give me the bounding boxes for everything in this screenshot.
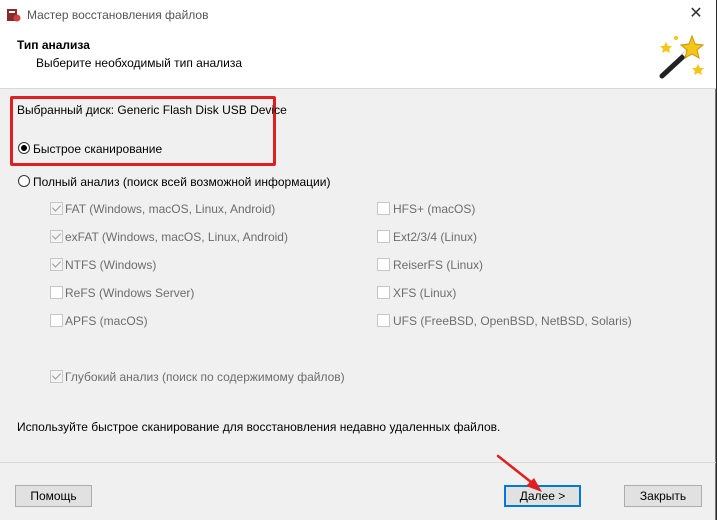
apfs-label: APFS (macOS) xyxy=(65,314,148,328)
fat-checkbox[interactable] xyxy=(50,202,63,215)
close-icon: ✕ xyxy=(689,5,703,22)
deep-analysis-checkbox[interactable] xyxy=(50,370,63,383)
quick-scan-radio[interactable] xyxy=(18,142,30,154)
recovery-wizard-dialog: Мастер восстановления файлов ✕ Тип анали… xyxy=(0,0,716,520)
reiserfs-checkbox[interactable] xyxy=(377,258,390,271)
fat-label: FAT (Windows, macOS, Linux, Android) xyxy=(65,202,276,216)
page-title: Тип анализа xyxy=(17,38,90,52)
hfsplus-checkbox[interactable] xyxy=(377,202,390,215)
ntfs-checkbox[interactable] xyxy=(50,258,63,271)
red-arrow-annotation xyxy=(496,454,542,492)
refs-checkbox[interactable] xyxy=(50,286,63,299)
xfs-label: XFS (Linux) xyxy=(393,286,457,300)
ext-checkbox[interactable] xyxy=(377,230,390,243)
exfat-checkbox[interactable] xyxy=(50,230,63,243)
xfs-checkbox[interactable] xyxy=(377,286,390,299)
footer-divider xyxy=(0,462,716,463)
help-button[interactable]: Помощь xyxy=(15,485,92,507)
app-icon xyxy=(7,9,21,22)
close-window-button[interactable]: ✕ xyxy=(686,4,706,24)
hfsplus-label: HFS+ (macOS) xyxy=(393,202,476,216)
ufs-checkbox[interactable] xyxy=(377,314,390,327)
hint-text: Используйте быстрое сканирование для вос… xyxy=(17,420,501,434)
ufs-label: UFS (FreeBSD, OpenBSD, NetBSD, Solaris) xyxy=(393,314,632,328)
selected-disk-label: Выбранный диск: Generic Flash Disk USB D… xyxy=(17,103,287,117)
magic-wand-icon xyxy=(659,34,705,79)
close-button[interactable]: Закрыть xyxy=(624,485,702,507)
window-title: Мастер восстановления файлов xyxy=(27,8,209,22)
refs-label: ReFS (Windows Server) xyxy=(65,286,195,300)
wizard-header: Тип анализа Выберите необходимый тип ана… xyxy=(0,29,716,89)
title-bar: Мастер восстановления файлов ✕ xyxy=(0,0,716,29)
full-analysis-label[interactable]: Полный анализ (поиск всей возможной инфо… xyxy=(33,175,330,189)
exfat-label: exFAT (Windows, macOS, Linux, Android) xyxy=(65,230,288,244)
page-subtitle: Выберите необходимый тип анализа xyxy=(36,56,243,70)
apfs-checkbox[interactable] xyxy=(50,314,63,327)
deep-analysis-label: Глубокий анализ (поиск по содержимому фа… xyxy=(65,370,345,384)
quick-scan-label[interactable]: Быстрое сканирование xyxy=(33,142,162,156)
reiserfs-label: ReiserFS (Linux) xyxy=(393,258,484,272)
full-analysis-radio[interactable] xyxy=(18,175,30,187)
ntfs-label: NTFS (Windows) xyxy=(65,258,157,272)
ext-label: Ext2/3/4 (Linux) xyxy=(393,230,478,244)
